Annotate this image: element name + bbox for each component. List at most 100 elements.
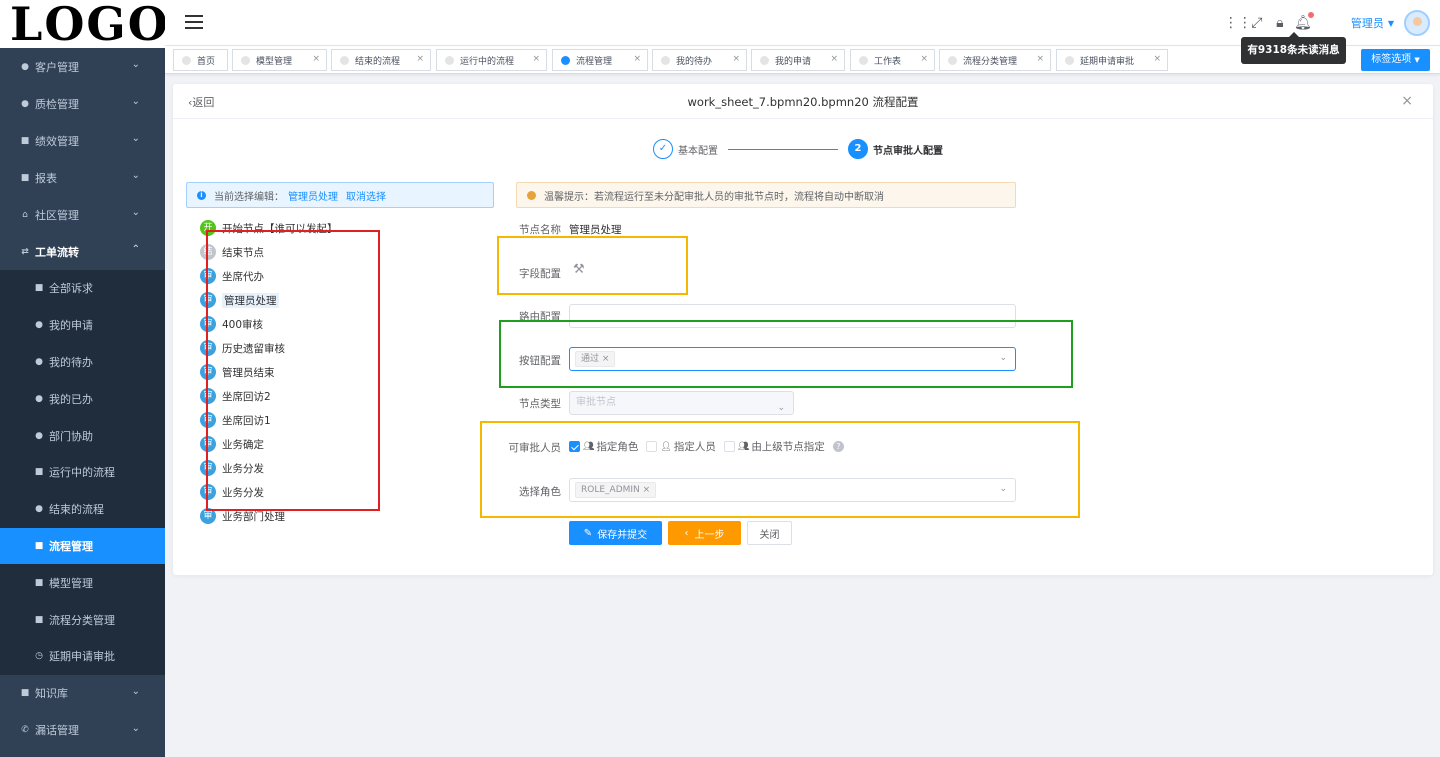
tab-worksheet[interactable]: 工作表 × <box>850 49 935 71</box>
role-select[interactable]: ROLE_ADMIN × ⌄ <box>569 478 1016 502</box>
checkbox-parent[interactable] <box>723 441 735 452</box>
close-icon[interactable]: × <box>920 54 928 64</box>
sidebar-item-report[interactable]: ■ 报表 ⌄ <box>0 159 165 196</box>
question-icon[interactable]: ? <box>832 441 844 452</box>
fullscreen-icon[interactable]: ⤢ <box>1247 13 1267 33</box>
field-config-label: 字段配置 <box>519 268 561 280</box>
tab-running[interactable]: 运行中的流程 × <box>436 49 547 71</box>
close-button[interactable]: 关闭 <box>747 521 792 545</box>
tree-node[interactable]: 审业务分发 <box>200 484 264 500</box>
tree-node[interactable]: 审坐席代办 <box>200 268 264 284</box>
checkbox-user[interactable] <box>646 441 658 452</box>
info-icon: i <box>197 190 206 200</box>
sidebar-item-qc[interactable]: ● 质检管理 ⌄ <box>0 85 165 122</box>
tab-label: 流程管理 <box>576 56 613 67</box>
tab-todo[interactable]: 我的待办 × <box>652 49 747 71</box>
option-role-label: 指定角色 <box>596 441 639 453</box>
tab-ended[interactable]: 结束的流程 × <box>331 49 431 71</box>
tab-model[interactable]: 模型管理 × <box>232 49 327 71</box>
info-icon: ● <box>21 98 29 109</box>
sidebar-subitem[interactable]: ● 我的已办 <box>0 380 165 417</box>
tree-node[interactable]: 审历史遗留审核 <box>200 340 285 356</box>
tree-node[interactable]: 开开始节点【谁可以发起】 <box>200 220 338 236</box>
tree-node[interactable]: 结结束节点 <box>200 244 264 260</box>
prev-step-button[interactable]: ‹ 上一步 <box>668 521 741 545</box>
prev-label: 上一步 <box>694 529 725 541</box>
node-badge: 审 <box>200 388 216 404</box>
tab-home[interactable]: 首页 <box>173 49 228 71</box>
tree-node[interactable]: 审业务部门处理 <box>200 508 285 524</box>
close-icon[interactable]: × <box>1153 54 1161 64</box>
tree-node[interactable]: 审 400审核 <box>200 316 263 332</box>
close-icon[interactable]: × <box>602 354 610 364</box>
save-label: 保存并提交 <box>597 529 648 541</box>
tab-delay[interactable]: 延期申请审批 × <box>1056 49 1168 71</box>
node-label: 业务分发 <box>222 462 264 475</box>
sidebar-item-label: 运行中的流程 <box>49 466 115 480</box>
checkbox-role[interactable] <box>569 441 580 452</box>
node-label: 管理员处理 <box>222 292 279 308</box>
sidebar-item-community[interactable]: ⌂ 社区管理 ⌄ <box>0 196 165 233</box>
sidebar-subitem[interactable]: ◷ 延期申请审批 <box>0 638 165 675</box>
tab-apply[interactable]: 我的申请 × <box>751 49 845 71</box>
tree-node-selected[interactable]: 审管理员处理 <box>200 292 279 308</box>
tag-options-button[interactable]: 标签选项 ▼ <box>1361 49 1430 71</box>
sidebar-item-knowledge[interactable]: ■ 知识库 ⌄ <box>0 675 165 712</box>
topbar-right: ⋮⋮ ⤢ 🔒︎ 🔔︎ 管理员 ▼ <box>1221 10 1430 36</box>
sidebar-subitem[interactable]: ■ 流程分类管理 <box>0 601 165 638</box>
close-icon[interactable]: × <box>1036 54 1044 64</box>
node-badge: 审 <box>200 460 216 476</box>
hamburger-icon[interactable] <box>185 15 203 29</box>
sidebar-subitem[interactable]: ■ 运行中的流程 <box>0 454 165 491</box>
sidebar-item-customer[interactable]: ● 客户管理 ⌄ <box>0 48 165 85</box>
save-submit-button[interactable]: ✎ 保存并提交 <box>569 521 662 545</box>
grid-icon[interactable]: ⋮⋮ <box>1224 13 1252 33</box>
tab-category[interactable]: 流程分类管理 × <box>939 49 1051 71</box>
close-icon[interactable]: × <box>830 54 838 64</box>
step-1-label: 基本配置 <box>678 145 718 157</box>
close-icon[interactable]: × <box>532 54 540 64</box>
sidebar-subitem[interactable]: ● 结束的流程 <box>0 491 165 528</box>
approver-options: 👥︎ 指定角色 👤︎ 指定人员 👥︎ 由上级节点指定 ? <box>569 439 844 454</box>
flow-icon: ⇄ <box>21 246 29 257</box>
lock-icon[interactable]: 🔒︎ <box>1270 13 1290 33</box>
tree-node[interactable]: 审管理员结束 <box>200 364 275 380</box>
option-user[interactable]: 👤︎ 指定人员 <box>646 439 716 454</box>
sidebar-item-missed-calls[interactable]: ✆ 漏话管理 ⌄ <box>0 712 165 749</box>
node-badge: 审 <box>200 292 216 308</box>
option-role[interactable]: 👥︎ 指定角色 <box>569 439 638 454</box>
tree-node[interactable]: 审业务分发 <box>200 460 264 476</box>
wrench-icon[interactable]: ⚒ <box>573 262 585 277</box>
tree-node[interactable]: 审坐席回访1 <box>200 412 271 428</box>
tree-node[interactable]: 审坐席回访2 <box>200 388 271 404</box>
close-icon[interactable]: × <box>1401 93 1413 109</box>
sidebar-item-workorder[interactable]: ⇄ 工单流转 ⌃ <box>0 233 165 270</box>
sidebar-subitem[interactable]: ■ 模型管理 <box>0 564 165 601</box>
avatar[interactable] <box>1404 10 1430 36</box>
notification-badge <box>1307 12 1314 18</box>
close-icon[interactable]: × <box>643 485 651 495</box>
close-icon[interactable]: × <box>633 54 641 64</box>
sidebar-subitem[interactable]: ● 我的申请 <box>0 307 165 344</box>
tag-options-label: 标签选项 <box>1371 54 1412 65</box>
route-config-input[interactable] <box>569 304 1016 328</box>
close-icon[interactable]: × <box>312 54 320 64</box>
user-menu[interactable]: 管理员 ▼ <box>1351 10 1430 36</box>
button-config-select[interactable]: 通过 × ⌄ <box>569 347 1016 371</box>
bell-icon[interactable]: 🔔︎ <box>1293 12 1314 33</box>
sidebar-subitem[interactable]: ■ 全部诉求 <box>0 270 165 307</box>
button-tag-label: 通过 <box>581 354 600 364</box>
sidebar-item-performance[interactable]: ■ 绩效管理 ⌄ <box>0 122 165 159</box>
option-parent[interactable]: 👥︎ 由上级节点指定 <box>723 439 825 454</box>
close-icon[interactable]: × <box>416 54 424 64</box>
close-icon[interactable]: × <box>732 54 740 64</box>
tree-node[interactable]: 审业务确定 <box>200 436 264 452</box>
sidebar-subitem-active[interactable]: ■ 流程管理 <box>0 527 165 565</box>
cancel-selection-link[interactable]: 取消选择 <box>346 188 386 203</box>
sidebar-subitem[interactable]: ● 部门协助 <box>0 417 165 454</box>
sidebar-item-label: 结束的流程 <box>49 503 104 517</box>
tab-process-mgmt[interactable]: 流程管理 × <box>552 49 648 71</box>
selected-node-link[interactable]: 管理员处理 <box>288 188 338 203</box>
page-title: work_sheet_7.bpmn20.bpmn20 流程配置 <box>687 95 919 109</box>
sidebar-subitem[interactable]: ● 我的待办 <box>0 344 165 381</box>
